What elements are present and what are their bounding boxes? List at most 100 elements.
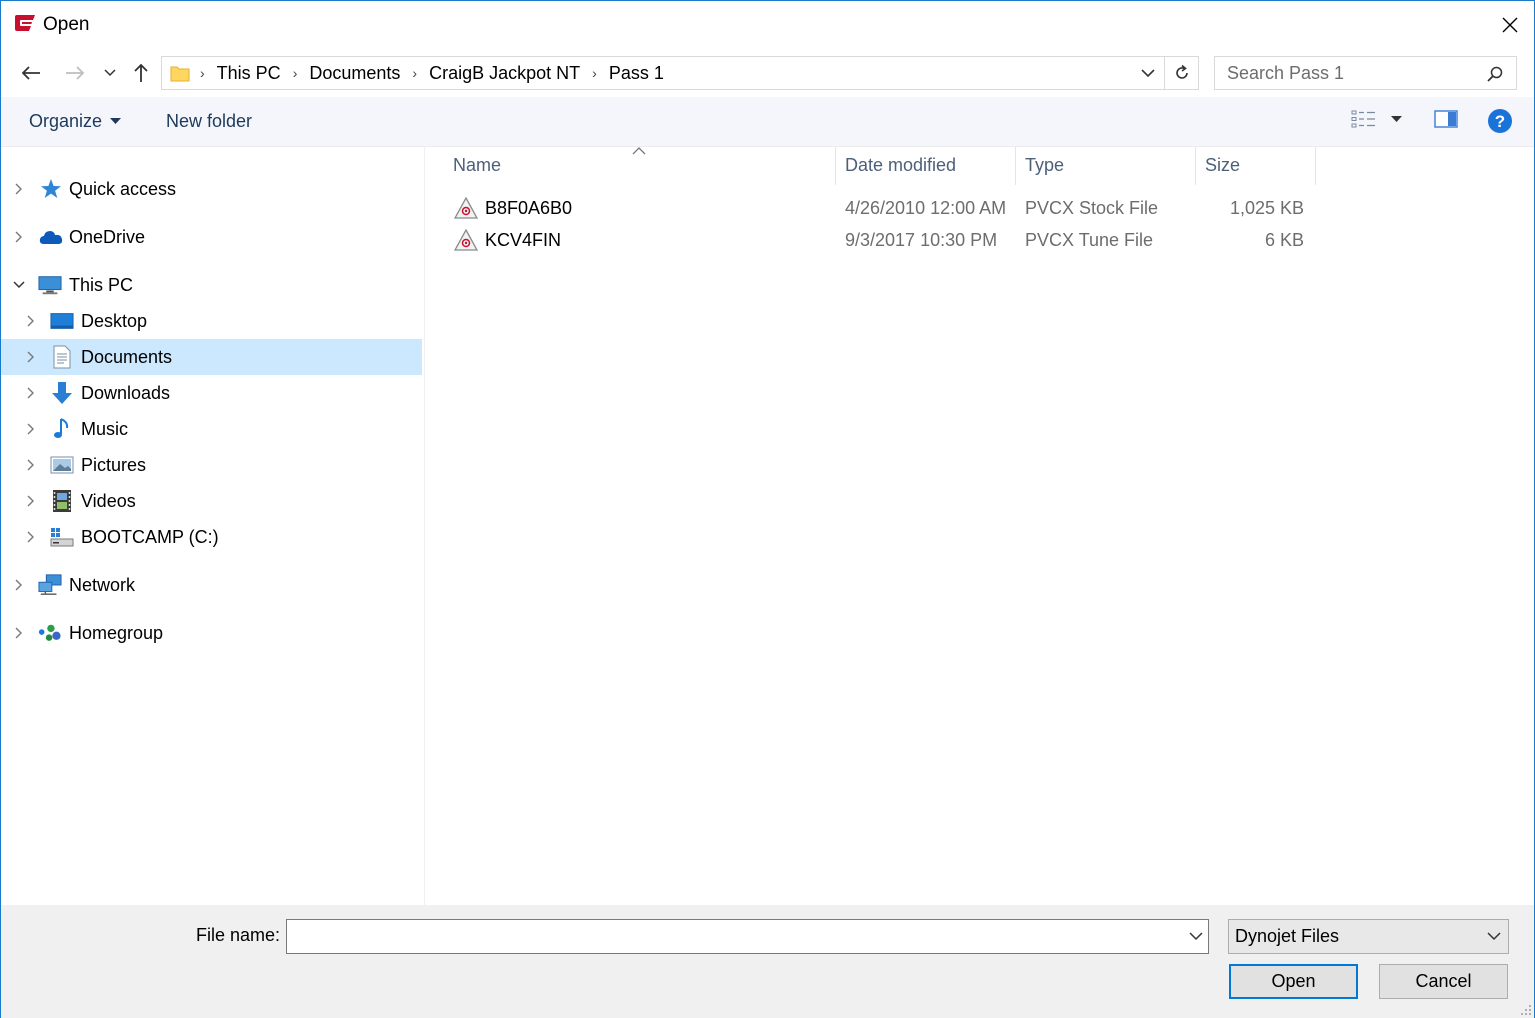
desktop-icon bbox=[50, 309, 74, 333]
nav-item-documents[interactable]: Documents bbox=[1, 339, 422, 375]
chevron-down-icon[interactable] bbox=[1188, 928, 1204, 944]
open-button[interactable]: Open bbox=[1229, 964, 1358, 999]
chevron-right-icon[interactable] bbox=[24, 530, 38, 544]
app-logo-icon bbox=[13, 14, 37, 32]
pictures-icon bbox=[50, 453, 74, 477]
chevron-right-icon[interactable] bbox=[12, 578, 26, 592]
chevron-right-icon[interactable] bbox=[24, 458, 38, 472]
file-name-input[interactable] bbox=[293, 921, 1173, 952]
nav-item-videos[interactable]: Videos bbox=[1, 483, 422, 519]
view-options-button[interactable] bbox=[1351, 109, 1402, 129]
back-button[interactable] bbox=[15, 57, 47, 89]
file-name-label: File name: bbox=[196, 925, 281, 945]
nav-item-network[interactable]: Network bbox=[1, 567, 422, 603]
chevron-right-icon[interactable] bbox=[12, 182, 26, 196]
chevron-right-icon[interactable] bbox=[24, 350, 38, 364]
preview-pane-button[interactable] bbox=[1434, 109, 1458, 129]
close-button[interactable] bbox=[1487, 5, 1533, 45]
nav-label: Desktop bbox=[81, 310, 148, 331]
refresh-button[interactable] bbox=[1164, 57, 1198, 89]
nav-item-homegroup[interactable]: Homegroup bbox=[1, 615, 422, 651]
breadcrumb-separator: › bbox=[292, 65, 298, 81]
navigation-pane: Quick access OneDrive This PC Desktop Do… bbox=[1, 147, 425, 905]
nav-label: Documents bbox=[81, 346, 173, 367]
nav-item-pictures[interactable]: Pictures bbox=[1, 447, 422, 483]
nav-label: Network bbox=[69, 574, 136, 595]
nav-item-onedrive[interactable]: OneDrive bbox=[1, 219, 422, 255]
up-button[interactable] bbox=[127, 57, 155, 89]
chevron-right-icon[interactable] bbox=[24, 314, 38, 328]
column-header-size[interactable]: Size bbox=[1205, 155, 1240, 176]
dropdown-triangle-icon bbox=[1391, 115, 1402, 122]
help-icon: ? bbox=[1488, 109, 1512, 133]
breadcrumb-craigb-jackpot-nt[interactable]: CraigB Jackpot NT bbox=[429, 63, 580, 84]
breadcrumb-separator: › bbox=[592, 65, 597, 81]
column-header-name[interactable]: Name bbox=[453, 155, 501, 176]
organize-button[interactable]: Organize bbox=[29, 111, 122, 132]
chevron-down-icon bbox=[1487, 932, 1501, 941]
breadcrumb-this-pc[interactable]: This PC bbox=[217, 63, 281, 84]
file-type: PVCX Tune File bbox=[1025, 230, 1154, 250]
cancel-button[interactable]: Cancel bbox=[1379, 964, 1508, 999]
cloud-icon bbox=[39, 225, 63, 249]
column-header-date-modified[interactable]: Date modified bbox=[845, 155, 956, 176]
film-icon bbox=[50, 489, 74, 513]
file-type-filter-select[interactable]: Dynojet Files bbox=[1228, 919, 1509, 954]
pvcx-file-icon bbox=[454, 229, 478, 251]
download-arrow-icon bbox=[50, 381, 74, 405]
forward-button[interactable] bbox=[59, 57, 91, 89]
file-date-modified: 4/26/2010 12:00 AM bbox=[845, 198, 1007, 218]
homegroup-icon bbox=[38, 621, 62, 645]
breadcrumb-documents[interactable]: Documents bbox=[309, 63, 400, 84]
breadcrumb-pass-1[interactable]: Pass 1 bbox=[609, 63, 664, 84]
search-box[interactable] bbox=[1214, 56, 1517, 90]
file-row[interactable]: B8F0A6B0 4/26/2010 12:00 AM PVCX Stock F… bbox=[451, 193, 1535, 225]
chevron-down-icon[interactable] bbox=[12, 278, 26, 292]
nav-item-this-pc[interactable]: This PC bbox=[1, 267, 422, 303]
nav-label: Downloads bbox=[81, 382, 171, 403]
chevron-right-icon[interactable] bbox=[12, 230, 26, 244]
chevron-right-icon[interactable] bbox=[24, 422, 38, 436]
file-name: B8F0A6B0 bbox=[485, 198, 573, 218]
column-divider[interactable] bbox=[1015, 147, 1016, 185]
file-size: 1,025 KB bbox=[1229, 198, 1304, 218]
music-note-icon bbox=[50, 417, 74, 441]
nav-item-downloads[interactable]: Downloads bbox=[1, 375, 422, 411]
chevron-right-icon[interactable] bbox=[12, 626, 26, 640]
nav-label: Videos bbox=[81, 490, 136, 511]
nav-label: Quick access bbox=[69, 178, 177, 199]
column-header-type[interactable]: Type bbox=[1025, 155, 1064, 176]
search-input[interactable] bbox=[1227, 58, 1477, 88]
drive-icon bbox=[50, 525, 74, 549]
column-divider[interactable] bbox=[835, 147, 836, 185]
nav-item-quick-access[interactable]: Quick access bbox=[1, 171, 422, 207]
network-icon bbox=[38, 573, 62, 597]
nav-label: This PC bbox=[69, 274, 134, 295]
file-row[interactable]: KCV4FIN 9/3/2017 10:30 PM PVCX Tune File… bbox=[451, 225, 1535, 257]
new-folder-button[interactable]: New folder bbox=[166, 111, 252, 132]
file-type-filter-value: Dynojet Files bbox=[1235, 926, 1340, 946]
dropdown-triangle-icon bbox=[110, 118, 122, 124]
nav-item-desktop[interactable]: Desktop bbox=[1, 303, 422, 339]
address-history-dropdown[interactable] bbox=[1136, 57, 1160, 89]
arrow-left-icon bbox=[21, 66, 40, 80]
help-button[interactable]: ? bbox=[1487, 108, 1513, 134]
file-name-combobox[interactable] bbox=[286, 919, 1209, 954]
file-date-modified: 9/3/2017 10:30 PM bbox=[845, 230, 998, 250]
navigation-bar: › This PC › Documents › CraigB Jackpot N… bbox=[1, 49, 1534, 97]
chevron-right-icon[interactable] bbox=[24, 386, 38, 400]
column-divider[interactable] bbox=[1315, 147, 1316, 185]
file-type: PVCX Stock File bbox=[1025, 198, 1159, 218]
dialog-footer: File name: Dynojet Files Open Cancel bbox=[1, 905, 1534, 1018]
nav-item-bootcamp-drive[interactable]: BOOTCAMP (C:) bbox=[1, 519, 422, 555]
title-bar: Open bbox=[1, 1, 1534, 49]
recent-locations-button[interactable] bbox=[99, 57, 121, 89]
resize-grip-icon[interactable] bbox=[1520, 1004, 1532, 1016]
computer-icon bbox=[38, 273, 62, 297]
address-bar[interactable]: › This PC › Documents › CraigB Jackpot N… bbox=[161, 56, 1199, 90]
chevron-right-icon[interactable] bbox=[24, 494, 38, 508]
column-divider[interactable] bbox=[1195, 147, 1196, 185]
preview-pane-icon bbox=[1434, 110, 1458, 128]
nav-item-music[interactable]: Music bbox=[1, 411, 422, 447]
arrow-right-icon bbox=[66, 66, 85, 80]
